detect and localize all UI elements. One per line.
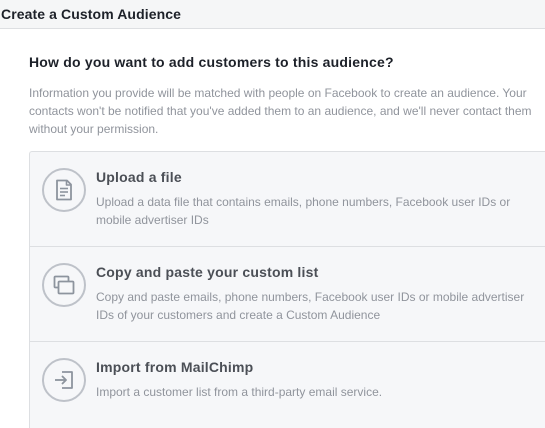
create-custom-audience-dialog: Create a Custom Audience How do you want… — [0, 0, 545, 428]
dialog-content: How do you want to add customers to this… — [0, 29, 545, 428]
audience-source-options: Upload a file Upload a data file that co… — [29, 151, 545, 428]
option-copy-paste-list[interactable]: Copy and paste your custom list Copy and… — [30, 247, 545, 342]
option-subtitle: Copy and paste emails, phone numbers, Fa… — [96, 290, 525, 322]
copy-paste-icon — [42, 263, 86, 307]
option-subtitle: Import a customer list from a third-part… — [96, 385, 383, 399]
option-text: Upload a file Upload a data file that co… — [96, 152, 536, 229]
option-import-mailchimp[interactable]: Import from MailChimp Import a customer … — [30, 342, 545, 428]
option-subtitle: Upload a data file that contains emails,… — [96, 195, 511, 227]
option-title: Copy and paste your custom list — [96, 264, 319, 280]
dialog-header: Create a Custom Audience — [0, 0, 545, 29]
section-question: How do you want to add customers to this… — [29, 54, 394, 70]
dialog-title: Create a Custom Audience — [1, 6, 182, 22]
option-title: Import from MailChimp — [96, 359, 254, 375]
option-title: Upload a file — [96, 169, 182, 185]
import-icon — [42, 358, 86, 402]
option-text: Import from MailChimp Import a customer … — [96, 342, 536, 401]
file-icon — [42, 168, 86, 212]
option-upload-file[interactable]: Upload a file Upload a data file that co… — [30, 152, 545, 247]
section-description: Information you provide will be matched … — [29, 86, 532, 136]
option-text: Copy and paste your custom list Copy and… — [96, 247, 536, 324]
